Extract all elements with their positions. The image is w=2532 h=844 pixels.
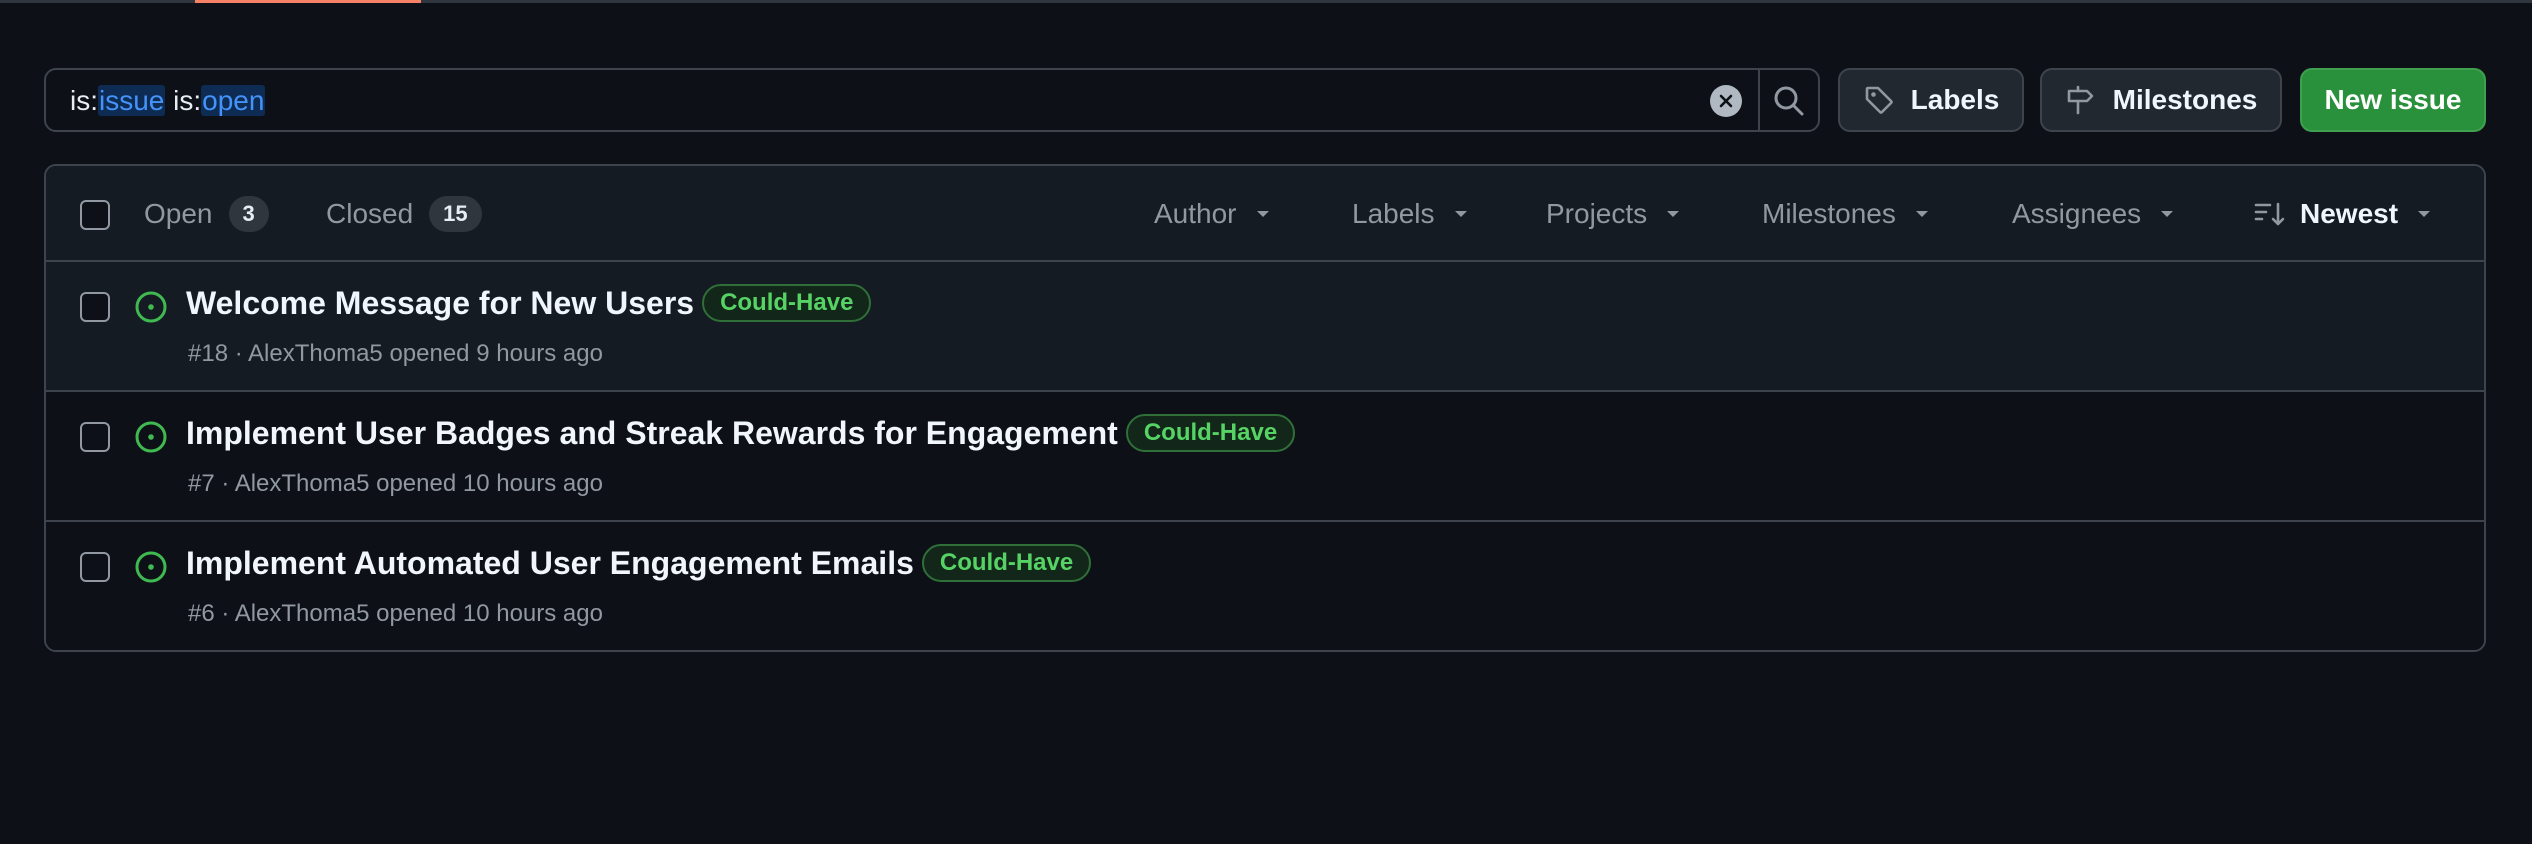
search-qualifier-value: issue	[98, 85, 166, 116]
author-filter-dropdown[interactable]: Author	[1154, 194, 1271, 234]
search-icon[interactable]	[1772, 84, 1806, 118]
triangle-down-icon	[2161, 211, 2174, 217]
issue-title-line: Implement User Badges and Streak Rewards…	[186, 412, 1296, 454]
issue-row[interactable]: Implement Automated User Engagement Emai…	[46, 522, 2484, 650]
issue-label-badge[interactable]: Could-Have	[921, 544, 1092, 582]
issue-title-line: Implement Automated User Engagement Emai…	[186, 542, 1092, 584]
clear-search-button[interactable]	[1710, 85, 1742, 117]
search-divider	[1758, 70, 1760, 130]
issue-select-checkbox[interactable]	[80, 422, 110, 452]
top-nav-border	[0, 0, 2532, 3]
labels-button-label: Labels	[1910, 84, 2000, 115]
milestones-filter-label: Milestones	[1762, 198, 1896, 229]
issue-row[interactable]: Implement User Badges and Streak Rewards…	[46, 392, 2484, 522]
new-issue-button-label: New issue	[2324, 84, 2462, 115]
issue-select-checkbox[interactable]	[80, 292, 110, 322]
sort-label: Newest	[2300, 198, 2399, 229]
triangle-down-icon	[1667, 211, 1680, 217]
open-count-badge: 3	[228, 196, 269, 232]
open-tab-label: Open	[144, 198, 213, 229]
search-qualifier: is:	[70, 85, 98, 116]
issue-meta: #6 · AlexThoma5 opened 10 hours ago	[188, 600, 603, 627]
active-tab-underline	[195, 0, 421, 3]
issue-opened-icon	[135, 551, 167, 583]
issue-title-line: Welcome Message for New Users Could-Have	[186, 282, 872, 324]
projects-filter-label: Projects	[1546, 198, 1648, 229]
open-issues-tab[interactable]: Open 3	[144, 194, 269, 234]
issue-label-badge[interactable]: Could-Have	[702, 284, 872, 322]
author-filter-label: Author	[1154, 198, 1237, 229]
issue-label-badge[interactable]: Could-Have	[1125, 414, 1296, 452]
search-qualifier: is:	[165, 85, 202, 116]
issue-row[interactable]: Welcome Message for New Users Could-Have…	[46, 262, 2484, 392]
issues-list-header: Open 3 Closed 15 Author Labels Projects …	[46, 166, 2484, 262]
issue-title-link[interactable]: Implement User Badges and Streak Rewards…	[186, 415, 1118, 452]
triangle-down-icon	[1256, 211, 1269, 217]
labels-filter-dropdown[interactable]: Labels	[1352, 194, 1469, 234]
milestones-button[interactable]: Milestones	[2040, 68, 2282, 132]
triangle-down-icon	[1915, 211, 1928, 217]
x-circle-fill-icon	[1719, 94, 1733, 108]
issue-title-link[interactable]: Welcome Message for New Users	[186, 285, 694, 322]
milestones-filter-dropdown[interactable]: Milestones	[1762, 194, 1930, 234]
issues-toolbar: is:issue is:open Labels Milestones New i…	[44, 68, 2486, 132]
sort-dropdown[interactable]: Newest	[2254, 194, 2432, 234]
search-query[interactable]: is:issue is:open	[70, 84, 266, 118]
issues-list: Open 3 Closed 15 Author Labels Projects …	[44, 164, 2486, 652]
new-issue-button[interactable]: New issue	[2300, 68, 2486, 132]
milestones-button-label: Milestones	[2112, 84, 2258, 115]
search-qualifier-value: open	[201, 85, 266, 116]
assignees-filter-dropdown[interactable]: Assignees	[2012, 194, 2175, 234]
milestone-icon	[2067, 85, 2093, 115]
triangle-down-icon	[2418, 211, 2431, 217]
select-all-checkbox[interactable]	[80, 200, 110, 230]
closed-count-badge: 15	[429, 196, 482, 232]
issue-title-link[interactable]: Implement Automated User Engagement Emai…	[186, 545, 914, 582]
closed-issues-tab[interactable]: Closed 15	[326, 194, 482, 234]
triangle-down-icon	[1454, 211, 1467, 217]
projects-filter-dropdown[interactable]: Projects	[1546, 194, 1681, 234]
issue-opened-icon	[135, 421, 167, 453]
labels-button[interactable]: Labels	[1838, 68, 2024, 132]
sort-desc-icon	[2254, 202, 2285, 226]
issue-select-checkbox[interactable]	[80, 552, 110, 582]
issue-meta: #18 · AlexThoma5 opened 9 hours ago	[188, 340, 603, 367]
closed-tab-label: Closed	[326, 198, 414, 229]
labels-filter-label: Labels	[1352, 198, 1435, 229]
tag-icon	[1865, 86, 1893, 114]
assignees-filter-label: Assignees	[2012, 198, 2142, 229]
search-input[interactable]: is:issue is:open	[44, 68, 1820, 132]
issue-meta: #7 · AlexThoma5 opened 10 hours ago	[188, 470, 603, 497]
issue-opened-icon	[135, 291, 167, 323]
